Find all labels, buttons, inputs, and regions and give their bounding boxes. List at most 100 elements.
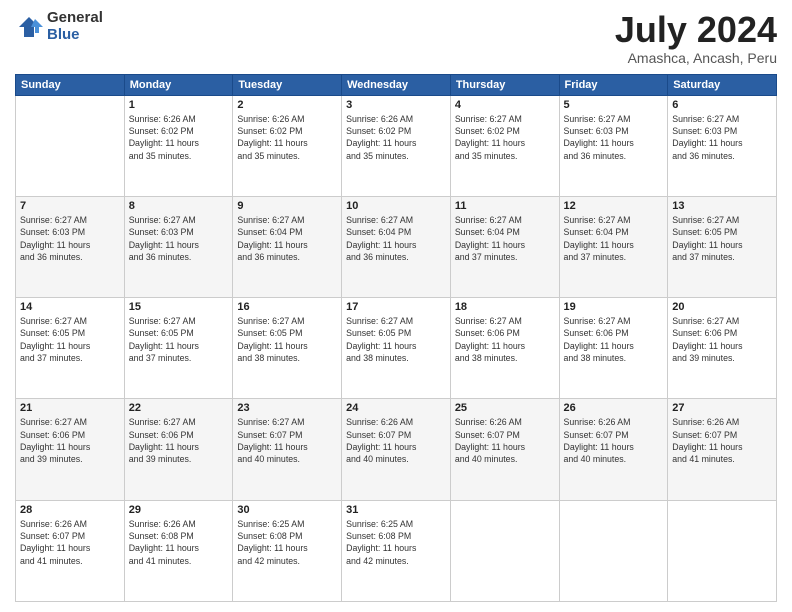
day-info: Sunrise: 6:26 AMSunset: 6:08 PMDaylight:… [129, 518, 229, 567]
calendar-cell: 12 Sunrise: 6:27 AMSunset: 6:04 PMDayligh… [559, 196, 668, 297]
weekday-header-friday: Friday [559, 74, 668, 95]
day-number: 15 [129, 301, 229, 313]
day-number: 23 [237, 402, 337, 414]
week-row-5: 28Sunrise: 6:26 AMSunset: 6:07 PMDayligh… [16, 500, 777, 601]
day-number: 8 [129, 200, 229, 212]
weekday-header-tuesday: Tuesday [233, 74, 342, 95]
day-info: Sunrise: 6:27 AMSunset: 6:05 PMDaylight:… [672, 214, 772, 263]
day-number: 4 [455, 99, 555, 111]
calendar-cell: 20Sunrise: 6:27 AMSunset: 6:06 PMDayligh… [668, 298, 777, 399]
day-number: 10 [346, 200, 446, 212]
weekday-header-monday: Monday [124, 74, 233, 95]
calendar-cell: 15Sunrise: 6:27 AMSunset: 6:05 PMDayligh… [124, 298, 233, 399]
day-number: 26 [564, 402, 664, 414]
day-info: Sunrise: 6:27 AMSunset: 6:03 PMDaylight:… [20, 214, 120, 263]
calendar-cell: 29 Sunrise: 6:26 AMSunset: 6:08 PMDayligh… [124, 500, 233, 601]
logo: General Blue [15, 10, 103, 43]
day-number: 11 [455, 200, 555, 212]
day-number: 25 [455, 402, 555, 414]
calendar-cell: 14 Sunrise: 6:27 AMSunset: 6:05 PMDayligh… [16, 298, 125, 399]
day-info: Sunrise: 6:26 AMSunset: 6:07 PMDaylight:… [455, 416, 555, 465]
day-info: Sunrise: 6:26 AMSunset: 6:02 PMDaylight:… [237, 113, 337, 162]
day-number: 17 [346, 301, 446, 313]
day-number: 19 [564, 301, 664, 313]
calendar-cell: 8 Sunrise: 6:27 AMSunset: 6:03 PMDaylight… [124, 196, 233, 297]
calendar-cell: 18Sunrise: 6:27 AMSunset: 6:06 PMDayligh… [450, 298, 559, 399]
logo-general: General [47, 10, 103, 27]
day-info: Sunrise: 6:26 AMSunset: 6:07 PMDaylight:… [672, 416, 772, 465]
calendar-cell [16, 95, 125, 196]
week-row-2: 7 Sunrise: 6:27 AMSunset: 6:03 PMDaylight… [16, 196, 777, 297]
day-number: 27 [672, 402, 772, 414]
calendar-cell: 9 Sunrise: 6:27 AMSunset: 6:04 PMDaylight… [233, 196, 342, 297]
week-row-1: 1Sunrise: 6:26 AMSunset: 6:02 PMDaylight… [16, 95, 777, 196]
day-number: 16 [237, 301, 337, 313]
day-info: Sunrise: 6:27 AMSunset: 6:04 PMDaylight:… [346, 214, 446, 263]
day-info: Sunrise: 6:27 AMSunset: 6:02 PMDaylight:… [455, 113, 555, 162]
calendar-cell: 19Sunrise: 6:27 AMSunset: 6:06 PMDayligh… [559, 298, 668, 399]
week-row-3: 14 Sunrise: 6:27 AMSunset: 6:05 PMDayligh… [16, 298, 777, 399]
day-info: Sunrise: 6:27 AMSunset: 6:07 PMDaylight:… [237, 416, 337, 465]
calendar-cell: 5 Sunrise: 6:27 AMSunset: 6:03 PMDaylight… [559, 95, 668, 196]
day-info: Sunrise: 6:27 AMSunset: 6:04 PMDaylight:… [455, 214, 555, 263]
calendar-cell: 1Sunrise: 6:26 AMSunset: 6:02 PMDaylight… [124, 95, 233, 196]
calendar-cell [450, 500, 559, 601]
day-number: 21 [20, 402, 120, 414]
day-info: Sunrise: 6:27 AMSunset: 6:05 PMDaylight:… [237, 315, 337, 364]
calendar-cell: 3 Sunrise: 6:26 AMSunset: 6:02 PMDaylight… [342, 95, 451, 196]
day-info: Sunrise: 6:27 AMSunset: 6:04 PMDaylight:… [237, 214, 337, 263]
calendar-cell: 11 Sunrise: 6:27 AMSunset: 6:04 PMDayligh… [450, 196, 559, 297]
calendar-cell: 25 Sunrise: 6:26 AMSunset: 6:07 PMDayligh… [450, 399, 559, 500]
day-info: Sunrise: 6:26 AMSunset: 6:02 PMDaylight:… [346, 113, 446, 162]
calendar-cell [668, 500, 777, 601]
day-number: 30 [237, 504, 337, 516]
calendar-cell: 27 Sunrise: 6:26 AMSunset: 6:07 PMDayligh… [668, 399, 777, 500]
day-info: Sunrise: 6:27 AMSunset: 6:03 PMDaylight:… [129, 214, 229, 263]
day-number: 9 [237, 200, 337, 212]
day-number: 13 [672, 200, 772, 212]
logo-text: General Blue [47, 10, 103, 43]
logo-icon [15, 13, 43, 41]
weekday-header-row: SundayMondayTuesdayWednesdayThursdayFrid… [16, 74, 777, 95]
calendar-cell: 23 Sunrise: 6:27 AMSunset: 6:07 PMDayligh… [233, 399, 342, 500]
day-info: Sunrise: 6:27 AMSunset: 6:03 PMDaylight:… [672, 113, 772, 162]
calendar-cell: 24Sunrise: 6:26 AMSunset: 6:07 PMDayligh… [342, 399, 451, 500]
day-number: 22 [129, 402, 229, 414]
calendar-table: SundayMondayTuesdayWednesdayThursdayFrid… [15, 74, 777, 602]
weekday-header-wednesday: Wednesday [342, 74, 451, 95]
calendar-cell: 6Sunrise: 6:27 AMSunset: 6:03 PMDaylight… [668, 95, 777, 196]
week-row-4: 21 Sunrise: 6:27 AMSunset: 6:06 PMDayligh… [16, 399, 777, 500]
calendar-cell: 2 Sunrise: 6:26 AMSunset: 6:02 PMDaylight… [233, 95, 342, 196]
calendar-cell: 31 Sunrise: 6:25 AMSunset: 6:08 PMDayligh… [342, 500, 451, 601]
day-number: 2 [237, 99, 337, 111]
day-info: Sunrise: 6:27 AMSunset: 6:03 PMDaylight:… [564, 113, 664, 162]
calendar-cell: 26 Sunrise: 6:26 AMSunset: 6:07 PMDayligh… [559, 399, 668, 500]
calendar-cell: 22 Sunrise: 6:27 AMSunset: 6:06 PMDayligh… [124, 399, 233, 500]
calendar-cell: 30 Sunrise: 6:25 AMSunset: 6:08 PMDayligh… [233, 500, 342, 601]
calendar-cell: 28Sunrise: 6:26 AMSunset: 6:07 PMDayligh… [16, 500, 125, 601]
day-info: Sunrise: 6:26 AMSunset: 6:07 PMDaylight:… [564, 416, 664, 465]
day-info: Sunrise: 6:27 AMSunset: 6:06 PMDaylight:… [20, 416, 120, 465]
day-info: Sunrise: 6:25 AMSunset: 6:08 PMDaylight:… [237, 518, 337, 567]
calendar-cell: 17 Sunrise: 6:27 AMSunset: 6:05 PMDayligh… [342, 298, 451, 399]
day-info: Sunrise: 6:25 AMSunset: 6:08 PMDaylight:… [346, 518, 446, 567]
day-info: Sunrise: 6:27 AMSunset: 6:05 PMDaylight:… [20, 315, 120, 364]
day-info: Sunrise: 6:27 AMSunset: 6:06 PMDaylight:… [455, 315, 555, 364]
day-info: Sunrise: 6:26 AMSunset: 6:02 PMDaylight:… [129, 113, 229, 162]
day-number: 29 [129, 504, 229, 516]
calendar-cell: 10 Sunrise: 6:27 AMSunset: 6:04 PMDayligh… [342, 196, 451, 297]
day-info: Sunrise: 6:27 AMSunset: 6:06 PMDaylight:… [129, 416, 229, 465]
day-info: Sunrise: 6:27 AMSunset: 6:05 PMDaylight:… [346, 315, 446, 364]
day-number: 20 [672, 301, 772, 313]
day-number: 12 [564, 200, 664, 212]
calendar-cell: 16 Sunrise: 6:27 AMSunset: 6:05 PMDayligh… [233, 298, 342, 399]
day-number: 31 [346, 504, 446, 516]
day-number: 14 [20, 301, 120, 313]
day-info: Sunrise: 6:27 AMSunset: 6:04 PMDaylight:… [564, 214, 664, 263]
title-block: July 2024 Amashca, Ancash, Peru [615, 10, 777, 66]
day-number: 7 [20, 200, 120, 212]
day-number: 3 [346, 99, 446, 111]
day-number: 5 [564, 99, 664, 111]
calendar-cell [559, 500, 668, 601]
calendar-cell: 7 Sunrise: 6:27 AMSunset: 6:03 PMDaylight… [16, 196, 125, 297]
